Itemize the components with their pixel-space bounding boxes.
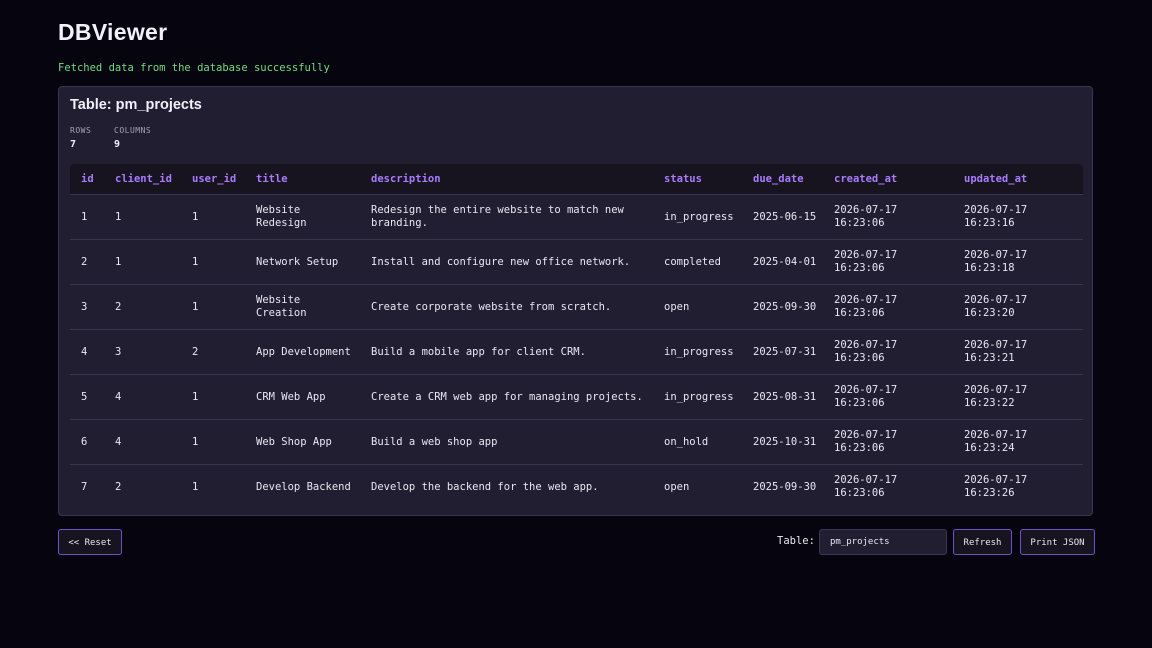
cell-due-date: 2025-07-31 — [742, 329, 823, 375]
cell-user-id: 1 — [181, 239, 245, 285]
cell-created-at: 2026-07-17 16:23:06 — [823, 194, 953, 240]
cell-user-id: 1 — [181, 284, 245, 330]
panel-title: Table: pm_projects — [70, 97, 202, 113]
column-header-id: id — [70, 164, 104, 195]
cell-status: open — [653, 284, 742, 330]
column-header-due-date: due_date — [742, 164, 823, 195]
cell-status: open — [664, 480, 690, 493]
cell-description: Build a web shop app — [360, 419, 653, 465]
table-row[interactable]: 6 4 1 Web Shop App Build a web shop app on_ho… — [70, 419, 1083, 465]
cell-due-date: 2025-09-30 — [753, 480, 817, 493]
cell-client-id: 3 — [104, 329, 181, 375]
cell-due-date: 2025-04-01 — [742, 239, 823, 285]
rows-stat-label: ROWS — [70, 126, 92, 135]
table-header: id client_id user_id title description status… — [70, 164, 1083, 195]
cell-id: 3 — [70, 284, 104, 330]
refresh-button[interactable]: Refresh — [953, 529, 1012, 555]
cell-created-at: 2026-07-17 16:23:06 — [823, 419, 953, 465]
reset-button[interactable]: << Reset — [58, 529, 122, 555]
cell-id: 1 — [70, 194, 104, 240]
cell-id: 5 — [70, 374, 104, 420]
print-json-button[interactable]: Print JSON — [1020, 529, 1095, 555]
cell-due-date: 2025-08-31 — [742, 374, 823, 420]
cell-created-at: 2026-07-17 16:23:06 — [823, 284, 953, 330]
cell-title: CRM Web App — [245, 374, 360, 420]
column-header-description: description — [360, 164, 653, 195]
cell-title: Website Redesign — [245, 194, 360, 240]
cell-user-id: 1 — [181, 419, 245, 465]
cell-updated-at: 2026-07-17 16:23:20 — [953, 284, 1083, 330]
data-table-wrapper: id client_id user_id title description status… — [70, 164, 1083, 509]
cell-updated-at: 2026-07-17 16:23:24 — [953, 419, 1083, 465]
cell-client-id: 1 — [104, 194, 181, 240]
cell-description: Redesign the entire website to match new… — [360, 194, 653, 240]
cell-description: Create a CRM web app for managing projec… — [360, 374, 653, 420]
column-header-user-id: user_id — [181, 164, 245, 195]
table-row[interactable]: 5 4 1 CRM Web App Create a CRM web app for m… — [70, 374, 1083, 420]
cell-user-id: 2 — [181, 329, 245, 375]
cell-status: in_progress — [653, 329, 742, 375]
cell-title: Develop Backend — [256, 480, 351, 493]
column-header-status: status — [653, 164, 742, 195]
cell-created-at: 2026-07-17 16:23:06 — [823, 374, 953, 420]
cell-id: 4 — [70, 329, 104, 375]
cell-client-id: 4 — [104, 374, 181, 420]
cell-updated-at: 2026-07-17 16:23:26 — [964, 474, 1028, 499]
cell-created-at: 2026-07-17 16:23:06 — [823, 329, 953, 375]
table-row[interactable]: 2 1 1 Network Setup Install and configure ne… — [70, 239, 1083, 285]
column-header-created-at: created_at — [823, 164, 953, 195]
column-header-updated-at: updated_at — [953, 164, 1083, 195]
column-header-title: title — [245, 164, 360, 195]
cell-due-date: 2025-10-31 — [742, 419, 823, 465]
columns-stat-label: COLUMNS — [114, 126, 152, 135]
table-panel: Table: pm_projects ROWS 7 COLUMNS 9 id cl… — [58, 86, 1093, 516]
cell-client-id: 4 — [104, 419, 181, 465]
cell-created-at: 2026-07-17 16:23:06 — [823, 239, 953, 285]
cell-id: 2 — [70, 239, 104, 285]
cell-updated-at: 2026-07-17 16:23:22 — [953, 374, 1083, 420]
cell-description: Install and configure new office network… — [360, 239, 653, 285]
column-header-client-id: client_id — [104, 164, 181, 195]
cell-status: completed — [653, 239, 742, 285]
table-header-row: id client_id user_id title description status… — [70, 164, 1083, 195]
columns-stat: COLUMNS 9 — [114, 126, 151, 150]
cell-description: Develop the backend for the web app. — [371, 480, 599, 493]
table-name-label: Table: — [777, 535, 815, 547]
cell-status: in_progress — [653, 374, 742, 420]
app-title: DBViewer — [58, 19, 168, 45]
cell-updated-at: 2026-07-17 16:23:18 — [953, 239, 1083, 285]
cell-due-date: 2025-06-15 — [742, 194, 823, 240]
cell-status: in_progress — [653, 194, 742, 240]
cell-client-id: 2 — [104, 284, 181, 330]
cell-description: Build a mobile app for client CRM. — [360, 329, 653, 375]
cell-title: Web Shop App — [245, 419, 360, 465]
table-row[interactable]: 7 2 1 Develop Backend Develop the backend fo… — [70, 465, 1083, 510]
table-row[interactable]: 3 2 1 Website Creation Create corporate webs… — [70, 284, 1083, 330]
cell-description: Create corporate website from scratch. — [360, 284, 653, 330]
table-row[interactable]: 4 3 2 App Development Build a mobile app for… — [70, 329, 1083, 375]
cell-user-id: 1 — [192, 480, 199, 493]
table-row[interactable]: 1 1 1 Website Redesign Redesign the entire w… — [70, 194, 1083, 240]
status-message: Fetched data from the database successfu… — [58, 62, 330, 74]
cell-id: 7 — [81, 480, 88, 493]
cell-client-id: 2 — [115, 480, 122, 493]
cell-user-id: 1 — [181, 374, 245, 420]
data-table: id client_id user_id title description status… — [70, 164, 1083, 509]
cell-status: on_hold — [653, 419, 742, 465]
cell-client-id: 1 — [104, 239, 181, 285]
table-name-input[interactable] — [819, 529, 947, 555]
cell-created-at: 2026-07-17 16:23:06 — [834, 474, 898, 499]
columns-stat-value: 9 — [114, 139, 121, 150]
rows-stat: ROWS 7 — [70, 126, 91, 150]
cell-updated-at: 2026-07-17 16:23:21 — [953, 329, 1083, 375]
cell-title: Network Setup — [245, 239, 360, 285]
cell-user-id: 1 — [181, 194, 245, 240]
cell-title: App Development — [245, 329, 360, 375]
cell-due-date: 2025-09-30 — [742, 284, 823, 330]
rows-stat-value: 7 — [70, 139, 77, 150]
cell-id: 6 — [70, 419, 104, 465]
cell-title: Website Creation — [245, 284, 360, 330]
table-body: 1 1 1 Website Redesign Redesign the entire w… — [70, 194, 1083, 510]
cell-updated-at: 2026-07-17 16:23:16 — [953, 194, 1083, 240]
